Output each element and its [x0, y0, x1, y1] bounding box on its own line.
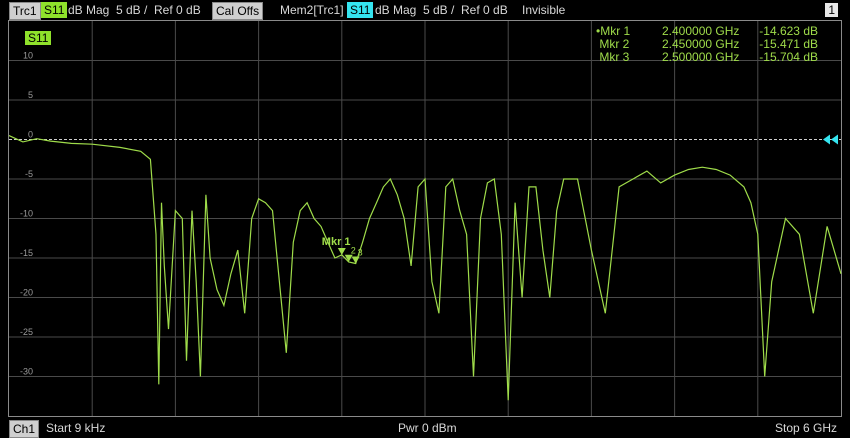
stop-frequency[interactable]: Stop 6 GHz — [775, 420, 837, 436]
s11-chart: 10 5 0 -5 -10 -15 -20 -25 -30 Mkr 12 3 — [8, 21, 842, 416]
grid — [9, 21, 841, 416]
y-tick-label: 5 — [28, 90, 33, 100]
y-tick-label: -20 — [20, 288, 33, 298]
y-tick-label: 10 — [23, 51, 33, 61]
reference-arrow-2 — [831, 134, 838, 145]
marker-name: Mkr 3 — [596, 50, 630, 64]
y-tick-label: -30 — [20, 367, 33, 377]
marker-value: -15.704 dB — [759, 50, 818, 64]
marker-row[interactable]: Mkr 3 2.500000 GHz -15.704 dB — [596, 51, 818, 64]
marker-triangle-1 — [337, 248, 346, 256]
y-tick-labels: 10 5 0 -5 -10 -15 -20 -25 -30 — [20, 51, 33, 377]
y-tick-label: -15 — [20, 248, 33, 258]
y-tick-label: -10 — [20, 209, 33, 219]
reference-arrow-1 — [823, 134, 830, 145]
y-tick-label: 0 — [28, 130, 33, 140]
marker-info-table[interactable]: •Mkr 1 2.400000 GHz -14.623 dB Mkr 2 2.4500… — [596, 25, 818, 64]
power-level[interactable]: Pwr 0 dBm — [398, 420, 457, 436]
marker-plot-label: Mkr 1 — [322, 236, 351, 248]
trace-tag[interactable]: S11 — [25, 31, 52, 45]
y-tick-label: -25 — [20, 327, 33, 337]
marker-plot-sublabel: 2 — [351, 246, 356, 256]
start-frequency[interactable]: Start 9 kHz — [46, 420, 105, 436]
y-tick-label: -5 — [25, 169, 33, 179]
marker-frequency: 2.500000 GHz — [662, 50, 740, 64]
channel-footer-bar: Ch1 Start 9 kHz Pwr 0 dBm Stop 6 GHz — [0, 419, 850, 438]
channel-label[interactable]: Ch1 — [9, 420, 40, 438]
marker-plot-sublabel: 3 — [358, 248, 363, 258]
